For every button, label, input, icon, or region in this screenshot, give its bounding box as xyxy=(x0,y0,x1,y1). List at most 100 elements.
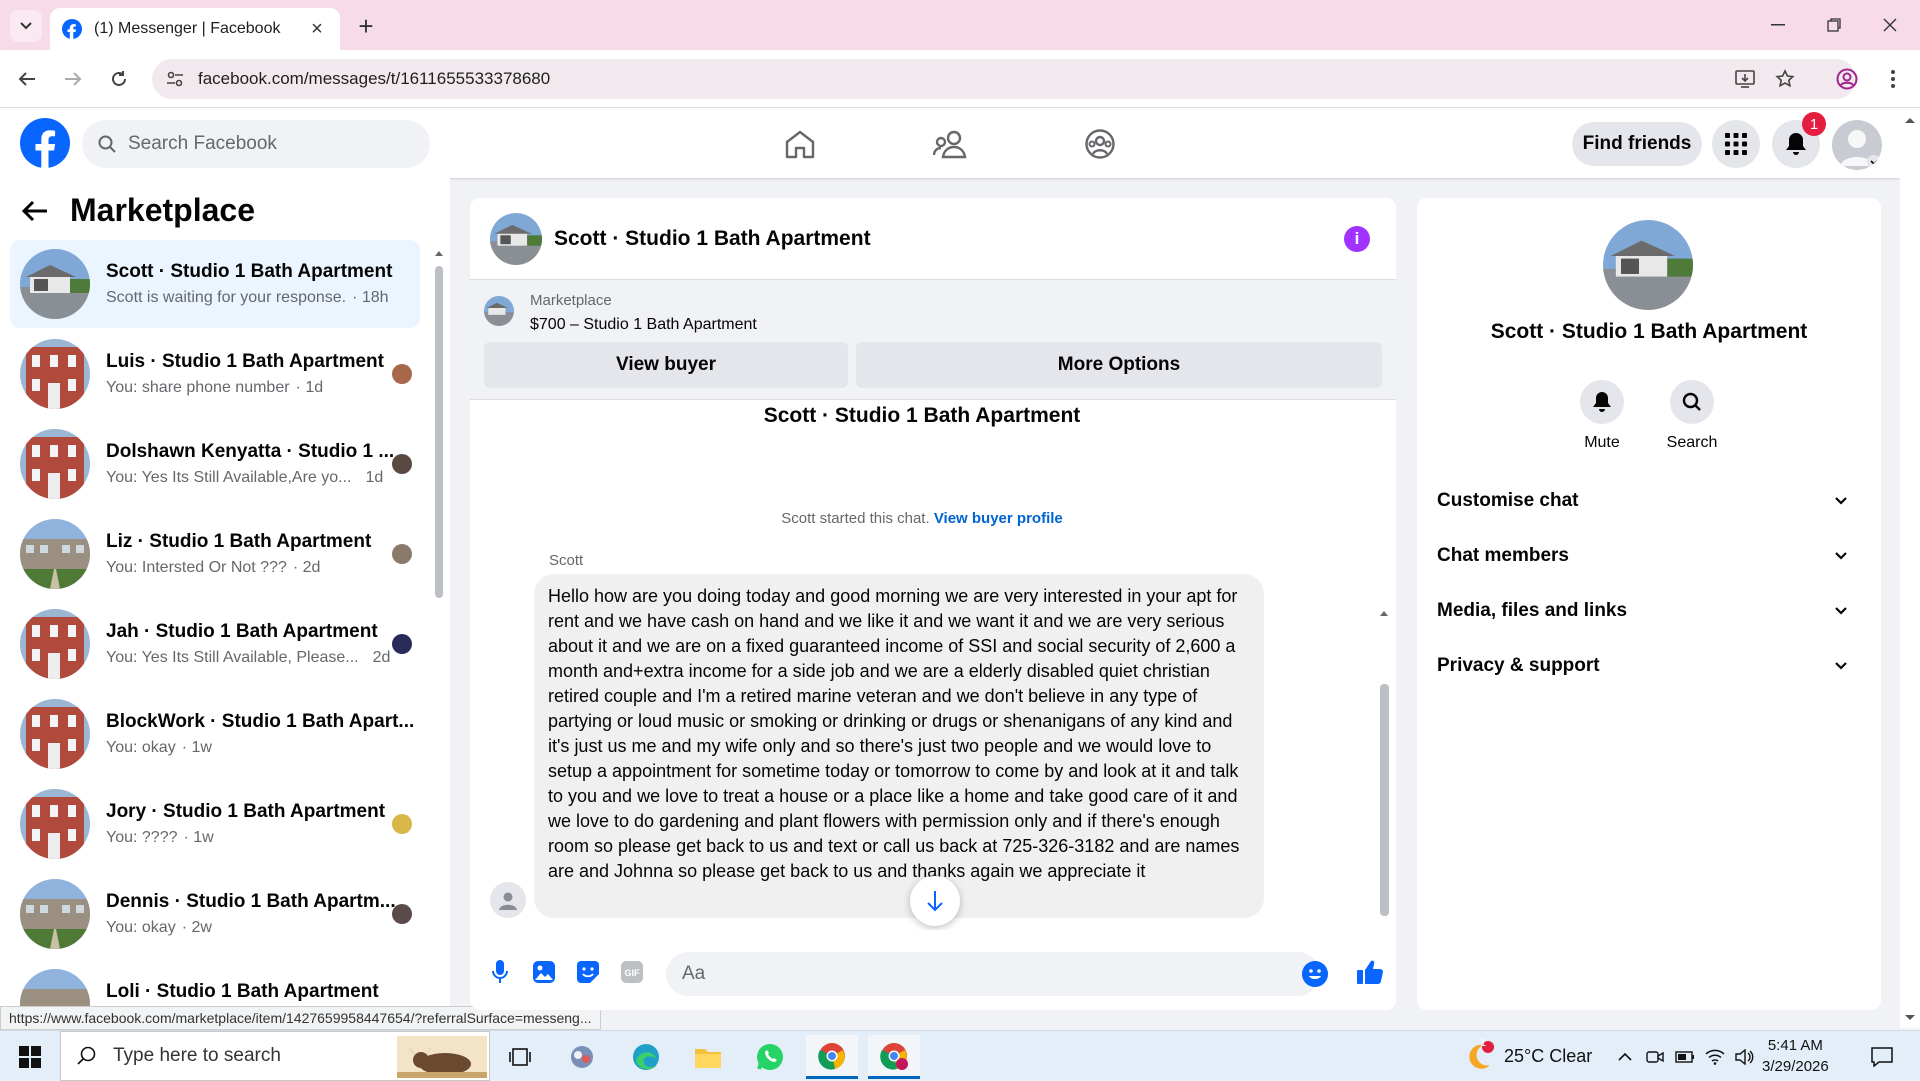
search-icon xyxy=(77,1046,96,1065)
nav-groups[interactable] xyxy=(1050,118,1150,170)
whatsapp-icon[interactable] xyxy=(744,1035,796,1079)
tab-close-icon[interactable]: × xyxy=(306,18,328,40)
chat-scrollbar[interactable] xyxy=(1376,602,1392,930)
bookmark-star-icon[interactable] xyxy=(1770,64,1800,94)
edge-browser-icon[interactable] xyxy=(620,1035,672,1079)
wifi-icon[interactable] xyxy=(1700,1035,1730,1079)
conversation-item[interactable]: Scott · Studio 1 Bath Apartment Scott is … xyxy=(10,240,420,328)
sidebar-scrollbar[interactable] xyxy=(432,248,446,1028)
section-media-files-links[interactable]: Media, files and links xyxy=(1429,586,1859,636)
conversation-time: · 1w xyxy=(183,829,214,846)
scroll-to-bottom-button[interactable] xyxy=(910,876,960,926)
voice-clip-icon[interactable] xyxy=(484,956,516,988)
conversation-item[interactable]: Jory · Studio 1 Bath Apartment You: ???? ·… xyxy=(10,780,420,868)
conversation-item[interactable]: Liz · Studio 1 Bath Apartment You: Inters… xyxy=(10,510,420,598)
reload-button[interactable] xyxy=(104,64,134,94)
profile-icon[interactable] xyxy=(1832,64,1862,94)
conversation-name: Dennis · Studio 1 Bath Apartm... xyxy=(106,891,396,912)
search-in-chat-action[interactable]: Search xyxy=(1657,380,1727,452)
emoji-icon[interactable] xyxy=(1302,961,1328,987)
restore-button[interactable] xyxy=(1814,10,1854,40)
friends-icon xyxy=(933,130,967,159)
find-friends-button[interactable]: Find friends xyxy=(1572,122,1702,166)
url-text[interactable]: facebook.com/messages/t/1611655533378680 xyxy=(198,69,550,89)
conversation-item[interactable]: Dolshawn Kenyatta · Studio 1 ... You: Yes… xyxy=(10,420,420,508)
task-view-icon[interactable] xyxy=(494,1035,546,1079)
listing-thumbnail xyxy=(20,429,90,499)
address-bar-row: facebook.com/messages/t/1611655533378680 xyxy=(0,50,1920,108)
conversation-item[interactable]: Jah · Studio 1 Bath Apartment You: Yes It… xyxy=(10,600,420,688)
minimize-button[interactable] xyxy=(1758,10,1798,40)
nav-friends[interactable] xyxy=(900,118,1000,170)
conversation-item[interactable]: Luis · Studio 1 Bath Apartment You: share… xyxy=(10,330,420,418)
view-buyer-profile-link[interactable]: View buyer profile xyxy=(934,510,1063,527)
tab-title: (1) Messenger | Facebook xyxy=(94,20,281,37)
meet-now-icon[interactable] xyxy=(1640,1035,1670,1079)
account-avatar[interactable] xyxy=(1832,120,1882,170)
facebook-search-box[interactable] xyxy=(82,120,430,168)
more-options-button[interactable]: More Options xyxy=(856,342,1382,388)
site-settings-icon[interactable] xyxy=(166,70,184,88)
file-explorer-icon[interactable] xyxy=(682,1035,734,1079)
conversation-name: Liz · Studio 1 Bath Apartment xyxy=(106,531,372,552)
forward-button[interactable] xyxy=(58,64,88,94)
arrow-left-icon xyxy=(18,72,35,86)
attach-photo-icon[interactable] xyxy=(528,956,560,988)
message-input[interactable] xyxy=(666,952,1320,996)
info-icon[interactable]: i xyxy=(1344,226,1370,252)
groups-icon xyxy=(1085,129,1115,159)
page-scrollbar[interactable] xyxy=(1900,108,1920,1028)
browser-tab[interactable]: (1) Messenger | Facebook × xyxy=(50,8,340,50)
taskbar-search-box[interactable]: Type here to search xyxy=(60,1031,490,1081)
chrome-profile-1-icon[interactable] xyxy=(806,1035,858,1079)
participant-avatar xyxy=(392,454,412,474)
show-hidden-icons-icon[interactable] xyxy=(1610,1035,1640,1079)
chevron-down-icon xyxy=(1835,607,1847,615)
volume-icon[interactable] xyxy=(1730,1035,1760,1079)
new-tab-button[interactable]: + xyxy=(352,11,380,41)
conversation-preview: Scott is waiting for your response. xyxy=(106,289,347,306)
conversation-preview: You: ???? xyxy=(106,829,178,846)
sender-avatar[interactable] xyxy=(490,882,526,918)
browser-menu-icon[interactable] xyxy=(1878,64,1908,94)
contact-avatar[interactable] xyxy=(1603,220,1693,310)
back-arrow-icon[interactable] xyxy=(22,200,48,222)
weather-widget[interactable]: 1 25°C Clear xyxy=(1464,1037,1592,1071)
message-bubble[interactable]: Hello how are you doing today and good m… xyxy=(534,574,1264,918)
system-clock[interactable]: 5:41 AM 3/29/2026 xyxy=(1762,1035,1829,1077)
start-button[interactable] xyxy=(4,1035,56,1079)
nav-home[interactable] xyxy=(750,118,850,170)
chat-title[interactable]: Scott · Studio 1 Bath Apartment xyxy=(554,227,871,251)
listing-thumbnail xyxy=(20,249,90,319)
gif-icon[interactable]: GIF xyxy=(616,956,648,988)
sidebar-scroll-thumb[interactable] xyxy=(435,266,443,598)
chrome-profile-2-icon[interactable] xyxy=(868,1035,920,1079)
conversation-name: Jory · Studio 1 Bath Apartment xyxy=(106,801,386,822)
notification-center-icon[interactable] xyxy=(1856,1035,1908,1079)
facebook-search-input[interactable] xyxy=(128,133,408,155)
chat-avatar[interactable] xyxy=(490,212,542,265)
tab-search-button[interactable] xyxy=(10,10,42,42)
chevron-down-icon xyxy=(1835,552,1847,560)
listing-title[interactable]: $700 – Studio 1 Bath Apartment xyxy=(530,316,757,334)
omnibox[interactable]: facebook.com/messages/t/1611655533378680 xyxy=(152,59,1856,99)
snipping-tool-icon[interactable] xyxy=(556,1035,608,1079)
windows-taskbar: Type here to search 1 25°C Clear 5:41 AM… xyxy=(0,1030,1920,1081)
conversation-item[interactable]: Dennis · Studio 1 Bath Apartm... You: oka… xyxy=(10,870,420,958)
section-customise-chat[interactable]: Customise chat xyxy=(1429,476,1859,526)
battery-icon[interactable] xyxy=(1670,1035,1700,1079)
sticker-icon[interactable] xyxy=(572,956,604,988)
mute-action[interactable]: Mute xyxy=(1567,380,1637,452)
chat-scroll-thumb[interactable] xyxy=(1380,684,1389,916)
section-chat-members[interactable]: Chat members xyxy=(1429,531,1859,581)
section-privacy-support[interactable]: Privacy & support xyxy=(1429,641,1859,691)
windows-logo-icon xyxy=(19,1046,41,1068)
close-window-button[interactable] xyxy=(1870,10,1910,40)
view-buyer-button[interactable]: View buyer xyxy=(484,342,848,388)
install-app-icon[interactable] xyxy=(1730,64,1760,94)
conversation-item[interactable]: BlockWork · Studio 1 Bath Apart... You: o… xyxy=(10,690,420,778)
menu-grid-button[interactable] xyxy=(1712,120,1760,168)
facebook-logo-icon[interactable] xyxy=(20,118,70,168)
back-button[interactable] xyxy=(12,64,42,94)
like-thumb-icon[interactable] xyxy=(1354,956,1386,988)
